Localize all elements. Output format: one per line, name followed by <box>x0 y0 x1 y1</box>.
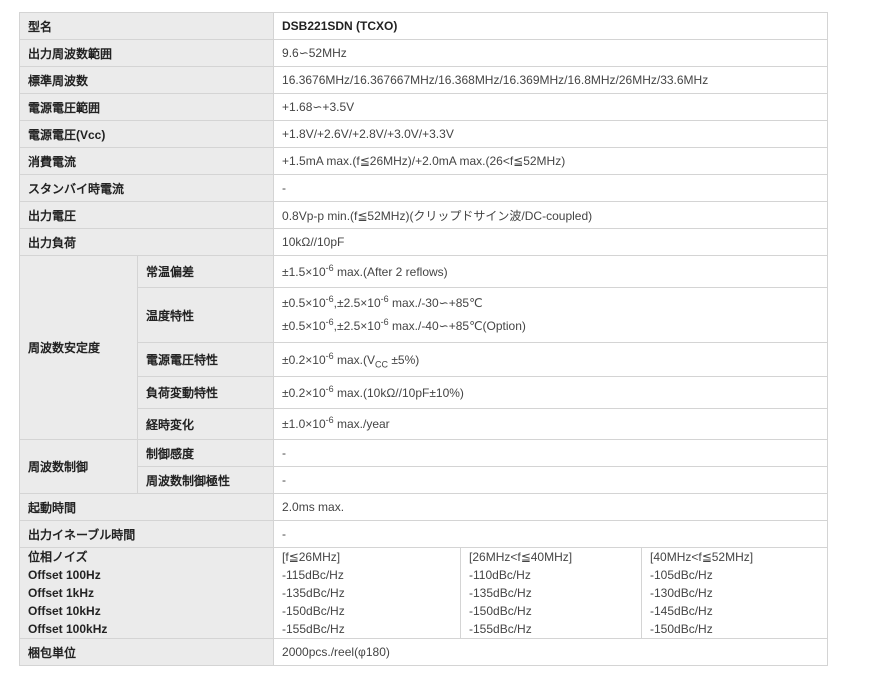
row-enable: 出力イネーブル時間 - <box>18 520 829 548</box>
label-supply-range: 電源電圧範囲 <box>18 93 275 121</box>
value-load-char: ±0.2×10-6 max.(10kΩ//10pF±10%) <box>273 376 829 409</box>
value-polarity: - <box>273 466 829 494</box>
value-temp-line1: ±0.5×10-6,±2.5×10-6 max./-30∽+85℃ <box>282 294 483 311</box>
value-startup: 2.0ms max. <box>273 493 829 521</box>
value-out-voltage: 0.8Vp-p min.(f≦52MHz)(クリップドサイン波/DC-coupl… <box>273 201 829 229</box>
label-phase-noise: 位相ノイズ Offset 100Hz Offset 1kHz Offset 10… <box>18 547 275 639</box>
value-model: DSB221SDN (TCXO) <box>273 12 829 40</box>
label-sensitivity: 制御感度 <box>136 439 275 467</box>
value-std-freq: 16.3676MHz/16.367667MHz/16.368MHz/16.369… <box>273 66 829 94</box>
value-aging: ±1.0×10-6 max./year <box>273 408 829 440</box>
row-standby: スタンバイ時電流 - <box>18 174 829 202</box>
row-load: 出力負荷 10kΩ//10pF <box>18 228 829 256</box>
col1-10khz: -150dBc/Hz <box>282 604 345 618</box>
col3-100khz: -150dBc/Hz <box>650 622 713 636</box>
label-packing: 梱包単位 <box>18 638 275 666</box>
label-current: 消費電流 <box>18 147 275 175</box>
label-aging: 経時変化 <box>136 408 275 440</box>
phase-noise-col3: [40MHz<f≦52MHz] -105dBc/Hz -130dBc/Hz -1… <box>641 547 829 639</box>
label-stability: 周波数安定度 <box>19 255 138 440</box>
phase-noise-title: 位相ノイズ <box>28 550 88 564</box>
label-std-freq: 標準周波数 <box>18 66 275 94</box>
row-control-polarity: 周波数制御極性 - <box>20 466 829 494</box>
value-packing: 2000pcs./reel(φ180) <box>273 638 829 666</box>
value-freq-range: 9.6∽52MHz <box>273 39 829 67</box>
label-supply-vcc: 電源電圧(Vcc) <box>18 120 275 148</box>
row-stability-load: 負荷変動特性 ±0.2×10-6 max.(10kΩ//10pF±10%) <box>20 376 829 409</box>
row-packing: 梱包単位 2000pcs./reel(φ180) <box>18 638 829 666</box>
label-standby: スタンバイ時電流 <box>18 174 275 202</box>
row-stability-supply: 電源電圧特性 ±0.2×10-6 max.(VCC ±5%) <box>20 342 829 377</box>
value-supply-vcc: +1.8V/+2.6V/+2.8V/+3.0V/+3.3V <box>273 120 829 148</box>
row-startup: 起動時間 2.0ms max. <box>18 493 829 521</box>
row-stability-aging: 経時変化 ±1.0×10-6 max./year <box>20 408 829 440</box>
phase-noise-offset-100khz: Offset 100kHz <box>28 622 108 636</box>
phase-noise-col2: [26MHz<f≦40MHz] -110dBc/Hz -135dBc/Hz -1… <box>460 547 643 639</box>
label-temp: 温度特性 <box>136 287 275 343</box>
row-std-freq: 標準周波数 16.3676MHz/16.367667MHz/16.368MHz/… <box>18 66 829 94</box>
value-room-temp: ±1.5×10-6 max.(After 2 reflows) <box>273 255 829 288</box>
col3-1khz: -130dBc/Hz <box>650 586 713 600</box>
col3-100hz: -105dBc/Hz <box>650 568 713 582</box>
row-control-sensitivity: 周波数制御 制御感度 - <box>19 439 829 494</box>
value-temp: ±0.5×10-6,±2.5×10-6 max./-30∽+85℃ ±0.5×1… <box>273 287 829 343</box>
label-polarity: 周波数制御極性 <box>136 466 275 494</box>
phase-noise-offset-1khz: Offset 1kHz <box>28 586 95 600</box>
value-enable: - <box>273 520 829 548</box>
label-freq-control: 周波数制御 <box>19 439 138 494</box>
phase-noise-offset-100hz: Offset 100Hz <box>28 568 101 582</box>
col1-1khz: -135dBc/Hz <box>282 586 345 600</box>
row-out-voltage: 出力電圧 0.8Vp-p min.(f≦52MHz)(クリップドサイン波/DC-… <box>18 201 829 229</box>
label-load: 出力負荷 <box>18 228 275 256</box>
phase-noise-col1: [f≦26MHz] -115dBc/Hz -135dBc/Hz -150dBc/… <box>273 547 462 639</box>
row-current: 消費電流 +1.5mA max.(f≦26MHz)/+2.0mA max.(26… <box>18 147 829 175</box>
value-sensitivity: - <box>273 439 829 467</box>
row-model: 型名 DSB221SDN (TCXO) <box>18 12 829 40</box>
value-supply-char: ±0.2×10-6 max.(VCC ±5%) <box>273 342 829 377</box>
row-supply-range: 電源電圧範囲 +1.68∽+3.5V <box>18 93 829 121</box>
col2-1khz: -135dBc/Hz <box>469 586 532 600</box>
col1-100hz: -115dBc/Hz <box>282 568 344 582</box>
col3-header: [40MHz<f≦52MHz] <box>650 550 754 564</box>
phase-noise-offset-10khz: Offset 10kHz <box>28 604 101 618</box>
value-standby: - <box>273 174 829 202</box>
label-supply-char: 電源電圧特性 <box>136 342 275 377</box>
value-supply-range: +1.68∽+3.5V <box>273 93 829 121</box>
col1-header: [f≦26MHz] <box>282 550 341 564</box>
label-model: 型名 <box>18 12 275 40</box>
col2-10khz: -150dBc/Hz <box>469 604 532 618</box>
row-stability-room-temp: 周波数安定度 常温偏差 ±1.5×10-6 max.(After 2 reflo… <box>19 255 829 440</box>
label-out-voltage: 出力電圧 <box>18 201 275 229</box>
label-load-char: 負荷変動特性 <box>136 376 275 409</box>
col2-100khz: -155dBc/Hz <box>469 622 532 636</box>
row-supply-vcc: 電源電圧(Vcc) +1.8V/+2.6V/+2.8V/+3.0V/+3.3V <box>18 120 829 148</box>
row-stability-temp: 温度特性 ±0.5×10-6,±2.5×10-6 max./-30∽+85℃ ±… <box>20 287 829 343</box>
spec-table: 型名 DSB221SDN (TCXO) 出力周波数範囲 9.6∽52MHz 標準… <box>18 12 829 666</box>
value-temp-line2: ±0.5×10-6,±2.5×10-6 max./-40∽+85℃(Option… <box>282 317 526 334</box>
col2-100hz: -110dBc/Hz <box>469 568 531 582</box>
row-phase-noise: 位相ノイズ Offset 100Hz Offset 1kHz Offset 10… <box>18 547 829 639</box>
value-load: 10kΩ//10pF <box>273 228 829 256</box>
row-freq-range: 出力周波数範囲 9.6∽52MHz <box>18 39 829 67</box>
col1-100khz: -155dBc/Hz <box>282 622 345 636</box>
col2-header: [26MHz<f≦40MHz] <box>469 550 573 564</box>
value-current: +1.5mA max.(f≦26MHz)/+2.0mA max.(26<f≦52… <box>273 147 829 175</box>
label-room-temp: 常温偏差 <box>136 255 275 288</box>
col3-10khz: -145dBc/Hz <box>650 604 713 618</box>
label-freq-range: 出力周波数範囲 <box>18 39 275 67</box>
label-startup: 起動時間 <box>18 493 275 521</box>
label-enable: 出力イネーブル時間 <box>18 520 275 548</box>
